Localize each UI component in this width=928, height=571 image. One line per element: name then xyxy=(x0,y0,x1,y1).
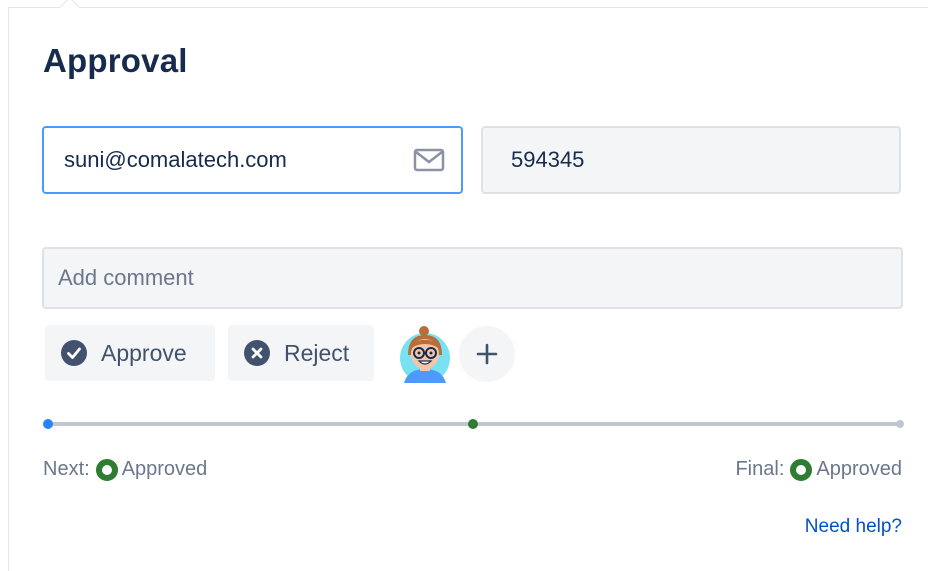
need-help-link[interactable]: Need help? xyxy=(805,516,902,538)
progress-stage-current xyxy=(468,419,478,429)
workflow-progress xyxy=(43,419,904,429)
email-input[interactable] xyxy=(44,128,461,192)
reject-label: Reject xyxy=(284,339,350,366)
next-status-label: Next: xyxy=(43,458,90,480)
progress-stage-start xyxy=(43,419,53,429)
final-status-label: Final: xyxy=(735,458,785,480)
approve-label: Approve xyxy=(101,339,187,366)
code-input[interactable] xyxy=(483,128,899,192)
progress-stage-end xyxy=(896,420,904,428)
next-status-value: Approved xyxy=(121,458,208,480)
approve-button[interactable]: Approve xyxy=(45,325,215,381)
comment-field[interactable] xyxy=(42,247,903,309)
envelope-icon[interactable] xyxy=(413,148,445,172)
final-status: Final: Approved xyxy=(735,458,902,481)
avatar[interactable] xyxy=(398,325,452,383)
x-circle-icon xyxy=(244,340,270,366)
email-field[interactable] xyxy=(42,126,463,194)
next-status: Next: Approved xyxy=(43,458,207,481)
comment-input[interactable] xyxy=(44,249,901,307)
code-field[interactable] xyxy=(481,126,901,194)
final-status-value: Approved xyxy=(816,458,902,480)
plus-icon xyxy=(476,343,498,365)
panel-title: Approval xyxy=(43,42,188,79)
add-approver-button[interactable] xyxy=(459,326,515,382)
status-ring-icon xyxy=(95,458,118,481)
reject-button[interactable]: Reject xyxy=(228,325,374,381)
check-circle-icon xyxy=(61,340,87,366)
status-ring-icon xyxy=(790,458,813,481)
